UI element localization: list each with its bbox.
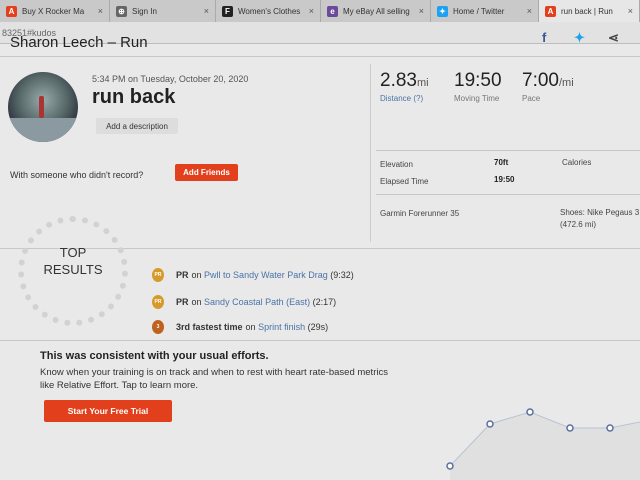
effort-area — [450, 412, 640, 480]
activity-name: run back — [92, 86, 176, 108]
elevation-value: 70ft — [494, 158, 509, 167]
pace-unit: /mi — [558, 77, 574, 89]
shoes-name: Shoes: Nike Pegaus 3 — [560, 208, 640, 217]
athlete-avatar[interactable] — [8, 72, 78, 142]
result-label: PR — [176, 297, 189, 307]
browser-tab-bar: A Buy X Rocker Ma × ⊕ Sign In × F Women's Cloth… — [0, 0, 640, 22]
effort-point — [486, 420, 494, 428]
result-time: (2:17) — [312, 297, 337, 307]
distance-unit: mi — [416, 77, 429, 89]
pace-value: 7:00 — [522, 70, 559, 91]
elevation-label: Elevation — [380, 160, 413, 169]
stats-separator — [376, 150, 640, 151]
close-tab-icon[interactable]: × — [622, 6, 633, 16]
close-tab-icon[interactable]: × — [92, 6, 103, 16]
activity-title: Sharon Leech – Run — [10, 34, 148, 51]
segment-link[interactable]: Pwll to Sandy Water Park Drag — [204, 270, 328, 280]
promo-text[interactable]: Know when your training is on track and … — [40, 366, 400, 392]
effort-point — [446, 462, 454, 470]
top-result-row: PR PR on Pwll to Sandy Water Park Drag (… — [152, 268, 354, 282]
share-icon[interactable]: ⋖ — [608, 30, 619, 46]
segment-link[interactable]: Sprint finish — [258, 322, 305, 332]
twitter-icon: ✦ — [437, 5, 448, 17]
add-description-button[interactable]: Add a description — [96, 118, 178, 134]
browser-tab[interactable]: A Buy X Rocker Ma × — [0, 0, 110, 22]
top-result-row: 3 3rd fastest time on Sprint finish (29s… — [152, 320, 328, 334]
browser-tab[interactable]: ✦ Home / Twitter × — [431, 0, 539, 22]
device-name: Garmin Forerunner 35 — [380, 209, 460, 218]
effort-point — [526, 408, 534, 416]
top-result-row: PR PR on Sandy Coastal Path (East) (2:17… — [152, 295, 336, 309]
close-tab-icon[interactable]: × — [198, 6, 209, 16]
result-on: on — [245, 322, 256, 332]
distance-value: 2.83 — [380, 70, 417, 91]
result-label: PR — [176, 270, 189, 280]
bronze-medal-icon: 3 — [152, 320, 164, 334]
pace-stat: 7:00/mi Pace — [522, 70, 574, 103]
close-tab-icon[interactable]: × — [413, 6, 424, 16]
result-on: on — [191, 270, 202, 280]
top-results-heading-line2: RESULTS — [43, 262, 103, 277]
segment-link[interactable]: Sandy Coastal Path (East) — [204, 297, 310, 307]
facebook-icon[interactable]: f — [542, 30, 546, 45]
browser-tab[interactable]: ⊕ Sign In × — [110, 0, 216, 22]
tab-label: Sign In — [132, 6, 157, 16]
tab-label: Women's Clothes — [238, 6, 301, 16]
ebay-icon: e — [327, 5, 338, 17]
result-on: on — [191, 297, 202, 307]
f-icon: F — [222, 5, 233, 17]
result-time: (9:32) — [330, 270, 354, 280]
add-friends-button[interactable]: Add Friends — [175, 164, 238, 181]
elapsed-time-label: Elapsed Time — [380, 177, 429, 186]
tab-label: run back | Run — [561, 6, 613, 16]
moving-time-label: Moving Time — [454, 94, 500, 103]
result-time: (29s) — [307, 322, 329, 332]
globe-icon: ⊕ — [116, 5, 127, 17]
distance-stat: 2.83mi Distance (?) — [380, 70, 429, 103]
close-tab-icon[interactable]: × — [303, 6, 314, 16]
stats-separator-2 — [376, 194, 640, 195]
tab-label: My eBay All selling — [343, 6, 410, 16]
effort-point — [566, 424, 574, 432]
pr-medal-icon: PR — [152, 268, 164, 282]
close-tab-icon[interactable]: × — [521, 6, 532, 16]
calories-label: Calories — [562, 158, 592, 167]
browser-tab[interactable]: e My eBay All selling × — [321, 0, 431, 22]
amazon-icon: A — [6, 5, 17, 17]
pr-medal-icon: PR — [152, 295, 164, 309]
relative-effort-graph[interactable] — [440, 356, 640, 480]
twitter-icon[interactable]: ✦ — [574, 30, 585, 46]
shoes-mileage: (472.6 mi) — [560, 220, 597, 229]
elapsed-time-value: 19:50 — [494, 175, 515, 184]
pace-label: Pace — [522, 94, 541, 103]
tab-label: Home / Twitter — [453, 6, 505, 16]
section-divider — [0, 340, 640, 341]
someone-text: With someone who didn't record? — [10, 170, 144, 180]
distance-label[interactable]: Distance (?) — [380, 94, 429, 103]
strava-icon: A — [545, 5, 556, 17]
top-results-heading-line1: TOP — [59, 245, 87, 260]
browser-tab[interactable]: Arun back | Run × — [539, 0, 640, 22]
moving-time-value: 19:50 — [454, 70, 502, 91]
moving-time-stat: 19:50 Moving Time — [454, 70, 502, 103]
top-results-heading: TOP RESULTS — [18, 244, 128, 278]
stats-divider — [370, 64, 371, 242]
result-label: 3rd fastest time — [176, 322, 243, 332]
header-divider — [0, 56, 640, 57]
start-free-trial-button[interactable]: Start Your Free Trial — [44, 400, 172, 422]
activity-date: 5:34 PM on Tuesday, October 20, 2020 — [92, 74, 249, 84]
browser-tab[interactable]: F Women's Clothes × — [216, 0, 321, 22]
tab-label: Buy X Rocker Ma — [22, 6, 85, 16]
effort-point — [606, 424, 614, 432]
promo-heading: This was consistent with your usual effo… — [40, 350, 269, 362]
